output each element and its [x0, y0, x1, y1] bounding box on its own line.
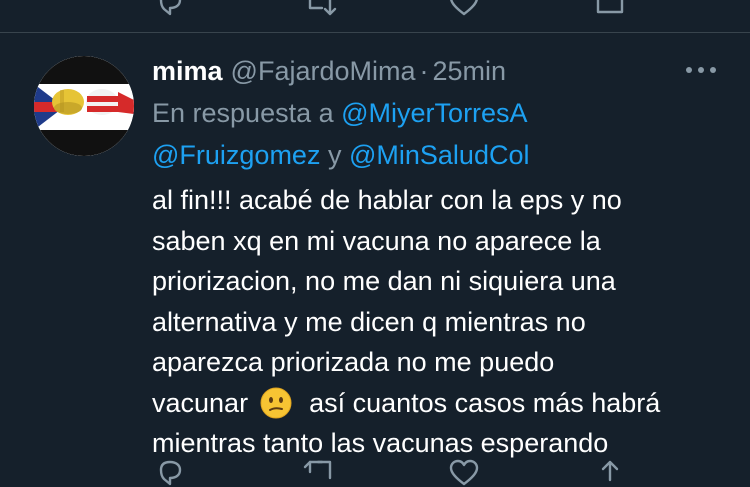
reply-button[interactable] [155, 458, 185, 487]
reply-button[interactable] [155, 0, 185, 18]
previous-tweet-actions: 2 [0, 0, 750, 32]
tweet-text-line: alternativa y me dicen q mientras no [152, 306, 586, 337]
reply-icon [159, 460, 182, 486]
divider [0, 32, 750, 33]
confused-face-emoji-icon [260, 387, 292, 418]
tweet-actions [0, 458, 750, 487]
tweet-text-fragment: vacunar [152, 387, 249, 418]
tweet-text-line: vacunar así cuantos casos más habrá [152, 383, 732, 424]
share-icon [596, 0, 624, 14]
mention-link[interactable]: @Fruizgomez [152, 140, 320, 170]
mention-link[interactable]: @MiyerTorresA [341, 98, 527, 128]
timeline: 2 mima @FajardoMima · 25min [0, 0, 750, 487]
retweet-button[interactable] [302, 458, 338, 487]
user-handle[interactable]: @FajardoMima [231, 54, 416, 88]
tweet-text-line: al fin!!! acabé de hablar con la eps y n… [152, 185, 622, 215]
share-icon [601, 460, 619, 482]
avatar-image [34, 56, 134, 156]
retweet-icon [303, 460, 332, 480]
heart-icon [449, 459, 479, 486]
share-button[interactable] [594, 0, 626, 18]
mention-conjunction: y [327, 140, 342, 170]
mention-link[interactable]: @MinSaludCol [349, 140, 529, 170]
tweet-text-line: priorizacion, no me dan ni siquiera una [152, 266, 616, 296]
like-button[interactable] [448, 458, 480, 487]
tweet-text-line: aparezca priorizada no me puedo [152, 347, 555, 377]
display-name[interactable]: mima [152, 54, 223, 88]
tweet-text: al fin!!! acabé de hablar con la eps y n… [152, 180, 732, 464]
timestamp[interactable]: 25min [433, 54, 507, 88]
separator-dot: · [419, 56, 429, 86]
reply-icon [159, 0, 182, 16]
like-count: 2 [480, 0, 492, 4]
tweet-text-fragment: así cuantos casos más habrá [309, 387, 661, 418]
more-horizontal-icon[interactable] [684, 60, 718, 80]
heart-icon [450, 0, 478, 16]
tweet-header: mima @FajardoMima · 25min [152, 54, 506, 88]
tweet-text-line: saben xq en mi vacuna no aparece la [152, 225, 601, 256]
retweet-button[interactable] [302, 0, 338, 18]
reply-prefix: En respuesta a [152, 98, 334, 128]
share-button[interactable] [594, 458, 626, 487]
avatar[interactable] [34, 56, 134, 156]
reply-context: En respuesta a @MiyerTorresA @Fruizgomez… [152, 92, 732, 176]
like-button[interactable]: 2 [448, 0, 492, 18]
retweet-icon [308, 0, 337, 16]
